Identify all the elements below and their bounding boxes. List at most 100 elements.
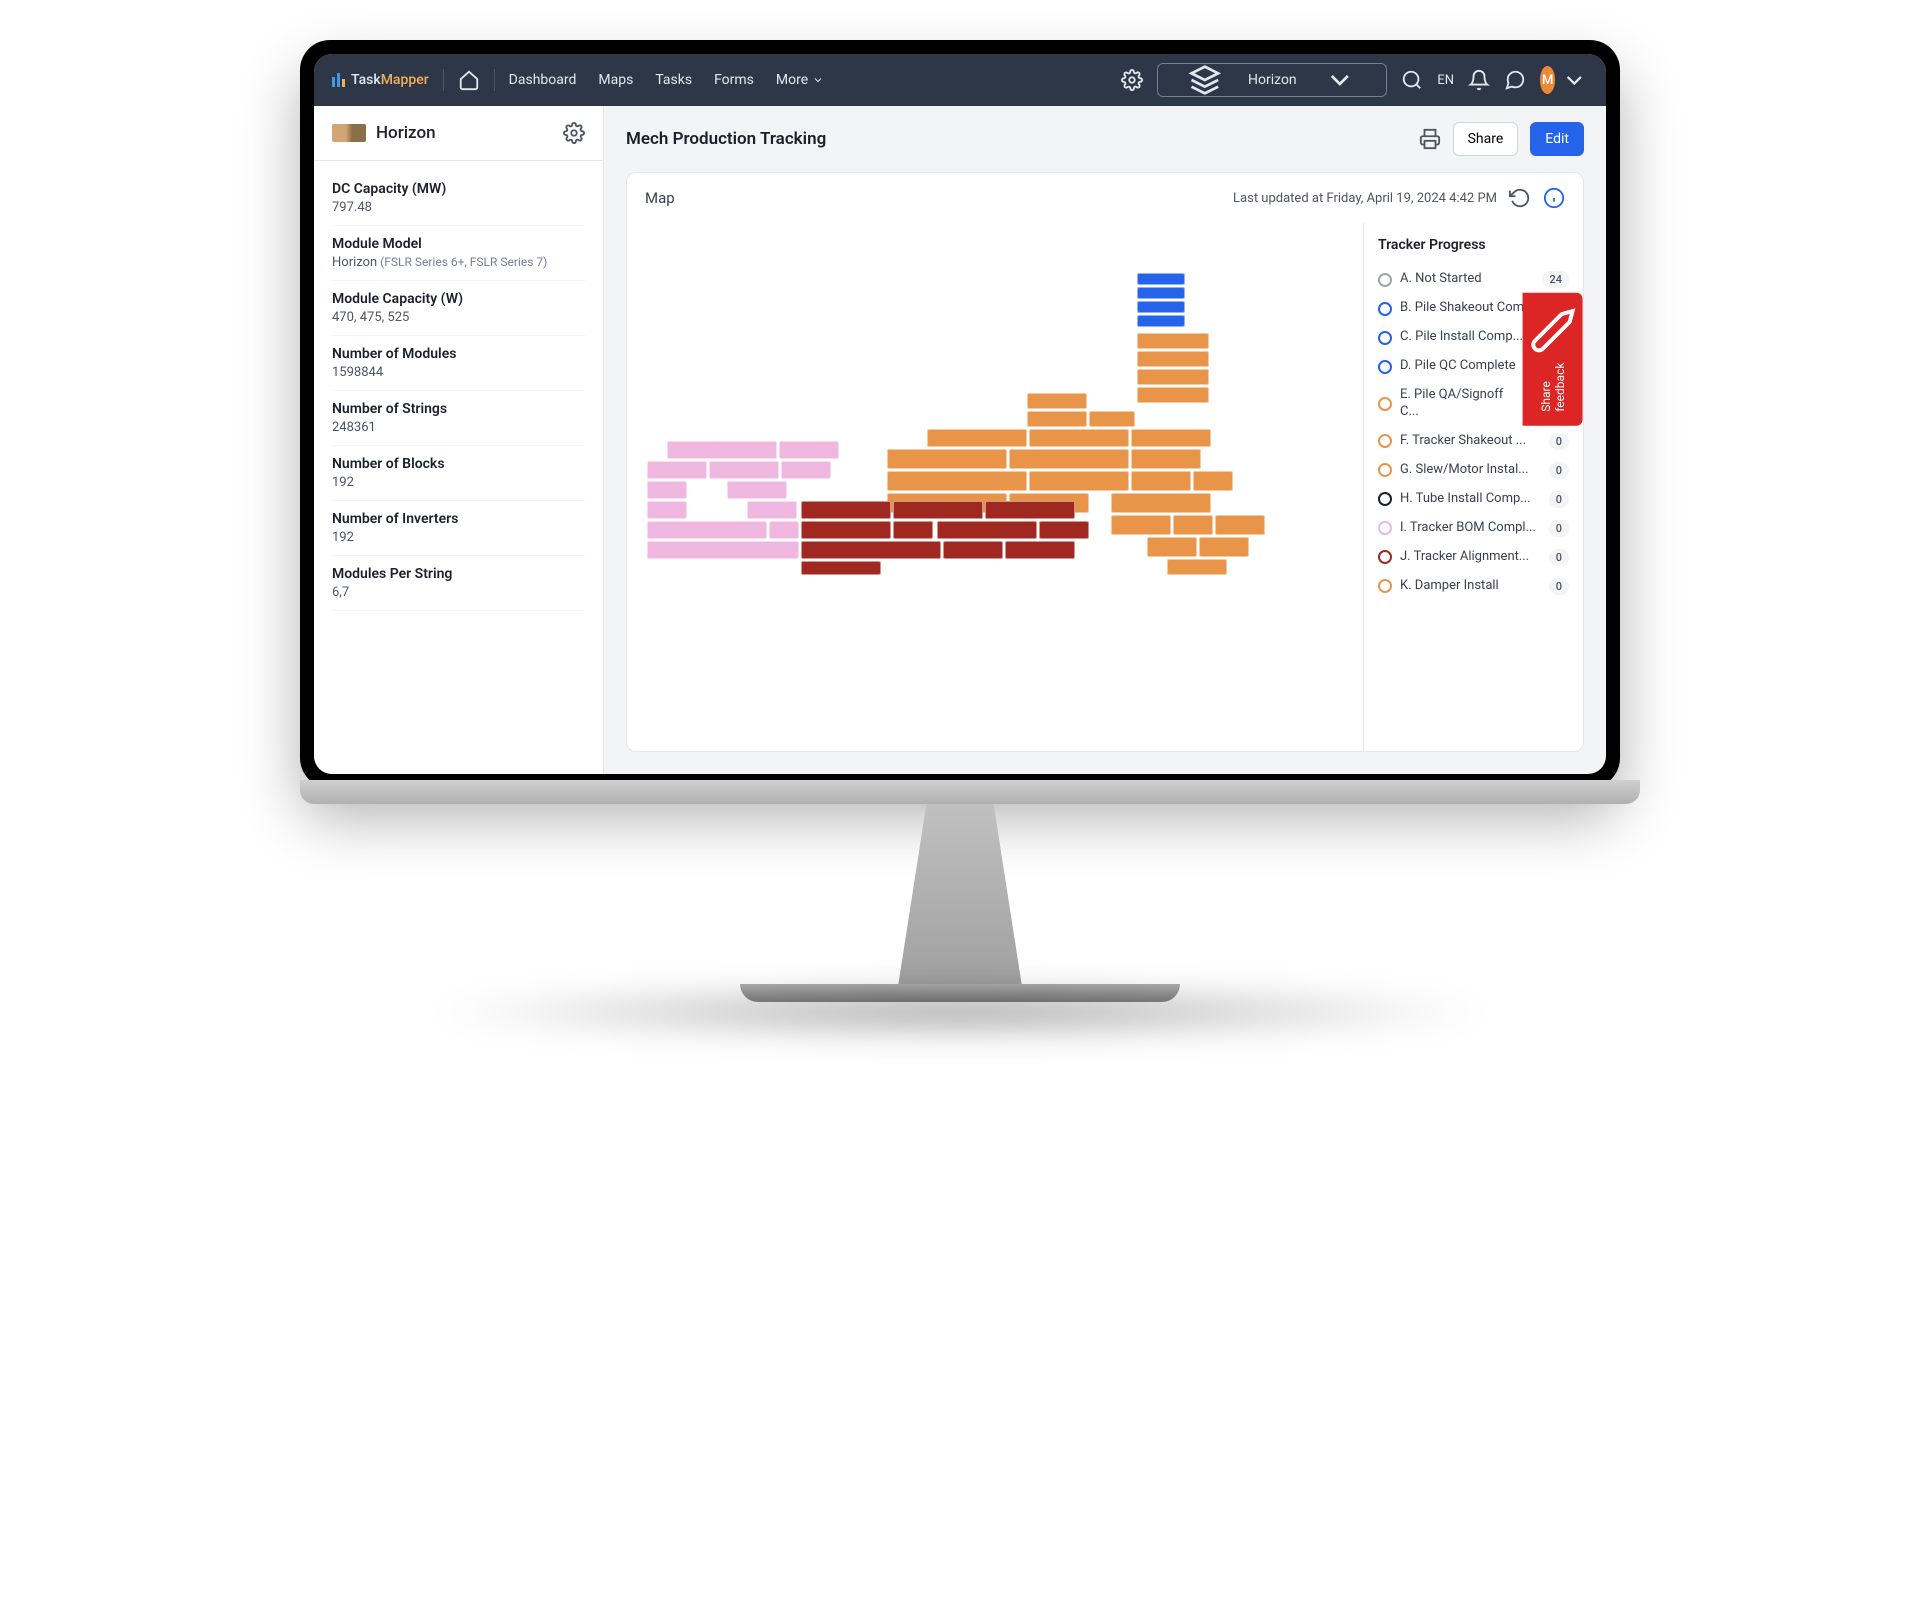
map-block[interactable] (1131, 449, 1201, 469)
print-icon[interactable] (1419, 128, 1441, 150)
legend-item[interactable]: G. Slew/Motor Instal...0 (1378, 456, 1569, 485)
map-block[interactable] (1111, 493, 1211, 513)
map-block[interactable] (1199, 537, 1249, 557)
nav-link-tasks[interactable]: Tasks (655, 72, 692, 88)
map-block[interactable] (1147, 537, 1197, 557)
nav-links: Dashboard Maps Tasks Forms More (509, 72, 824, 88)
chat-icon[interactable] (1504, 69, 1526, 91)
map-block[interactable] (1137, 301, 1185, 313)
legend-item[interactable]: F. Tracker Shakeout ...0 (1378, 427, 1569, 456)
top-nav: TaskMapper Dashboard Maps Tasks Forms Mo… (314, 54, 1606, 106)
legend-label: J. Tracker Alignment... (1400, 549, 1541, 566)
project-selector[interactable]: Horizon (1157, 63, 1387, 97)
map-block[interactable] (747, 501, 797, 519)
nav-link-maps[interactable]: Maps (598, 72, 633, 88)
stat-label: Number of Inverters (332, 511, 585, 527)
legend-count: 0 (1549, 578, 1569, 595)
legend-circle-icon (1378, 550, 1392, 564)
map-block[interactable] (1173, 515, 1213, 535)
map-block[interactable] (1137, 287, 1185, 299)
map-block[interactable] (647, 481, 687, 499)
map-block[interactable] (893, 521, 933, 539)
map-block[interactable] (779, 441, 839, 459)
legend-item[interactable]: H. Tube Install Comp...0 (1378, 485, 1569, 514)
map-block[interactable] (943, 541, 1003, 559)
map-block[interactable] (1137, 315, 1185, 327)
map-block[interactable] (801, 521, 891, 539)
gear-icon[interactable] (563, 122, 585, 144)
language-selector[interactable]: EN (1437, 73, 1454, 88)
stat-value: 248361 (332, 420, 585, 435)
map-block[interactable] (1027, 393, 1087, 409)
map-block[interactable] (801, 561, 881, 575)
map-block[interactable] (647, 541, 799, 559)
map-block[interactable] (887, 471, 1027, 491)
map-title: Map (645, 189, 1221, 207)
map-block[interactable] (801, 501, 891, 519)
legend-circle-icon (1378, 579, 1392, 593)
map-block[interactable] (1137, 333, 1209, 349)
map-block[interactable] (1131, 471, 1191, 491)
map-block[interactable] (1111, 515, 1171, 535)
legend-item[interactable]: J. Tracker Alignment...0 (1378, 543, 1569, 572)
bell-icon[interactable] (1468, 69, 1490, 91)
map-canvas[interactable] (627, 223, 1363, 751)
info-icon[interactable] (1543, 187, 1565, 209)
map-block[interactable] (893, 501, 983, 519)
map-block[interactable] (1029, 429, 1129, 447)
logo[interactable]: TaskMapper (332, 72, 429, 88)
map-panel: Map Last updated at Friday, April 19, 20… (626, 172, 1584, 752)
feedback-tab[interactable]: Share feedback (1523, 293, 1583, 426)
map-block[interactable] (985, 501, 1075, 519)
map-block[interactable] (781, 461, 831, 479)
map-block[interactable] (1167, 559, 1227, 575)
nav-link-more[interactable]: More (776, 72, 824, 88)
map-block[interactable] (1027, 411, 1087, 427)
nav-link-forms[interactable]: Forms (714, 72, 754, 88)
map-block[interactable] (647, 461, 707, 479)
map-block[interactable] (1009, 449, 1129, 469)
map-block[interactable] (727, 481, 787, 499)
map-block[interactable] (667, 441, 777, 459)
legend-item[interactable]: I. Tracker BOM Compl...0 (1378, 514, 1569, 543)
edit-button[interactable]: Edit (1530, 122, 1584, 156)
legend-label: I. Tracker BOM Compl... (1400, 520, 1541, 537)
history-icon[interactable] (1509, 187, 1531, 209)
map-block[interactable] (1137, 387, 1209, 403)
legend-item[interactable]: K. Damper Install0 (1378, 572, 1569, 601)
legend-item[interactable]: A. Not Started24 (1378, 265, 1569, 294)
legend-label: H. Tube Install Comp... (1400, 491, 1541, 508)
map-block[interactable] (1215, 515, 1265, 535)
map-block[interactable] (1137, 369, 1209, 385)
legend-circle-icon (1378, 302, 1392, 316)
map-block[interactable] (709, 461, 779, 479)
map-block[interactable] (1131, 429, 1211, 447)
map-block[interactable] (801, 541, 941, 559)
user-menu[interactable]: M (1540, 66, 1588, 94)
main-header: Mech Production Tracking Share Edit (604, 106, 1606, 172)
legend-count: 0 (1549, 462, 1569, 479)
map-block[interactable] (647, 521, 767, 539)
map-block[interactable] (769, 521, 799, 539)
map-block[interactable] (887, 449, 1007, 469)
nav-link-dashboard[interactable]: Dashboard (509, 72, 577, 88)
legend-count: 0 (1549, 433, 1569, 450)
legend-circle-icon (1378, 273, 1392, 287)
map-block[interactable] (647, 501, 687, 519)
legend-circle-icon (1378, 521, 1392, 535)
map-block[interactable] (1137, 351, 1209, 367)
map-block[interactable] (1137, 273, 1185, 285)
map-block[interactable] (1089, 411, 1135, 427)
map-block[interactable] (1029, 471, 1129, 491)
search-icon[interactable] (1401, 69, 1423, 91)
map-block[interactable] (1039, 521, 1089, 539)
map-block[interactable] (1005, 541, 1075, 559)
map-block[interactable] (927, 429, 1027, 447)
chevron-down-icon (1305, 64, 1375, 96)
share-button[interactable]: Share (1453, 122, 1519, 156)
gear-icon[interactable] (1121, 69, 1143, 91)
stat-value: 470, 475, 525 (332, 310, 585, 325)
map-block[interactable] (937, 521, 1037, 539)
home-icon[interactable] (458, 69, 480, 91)
map-block[interactable] (1193, 471, 1233, 491)
